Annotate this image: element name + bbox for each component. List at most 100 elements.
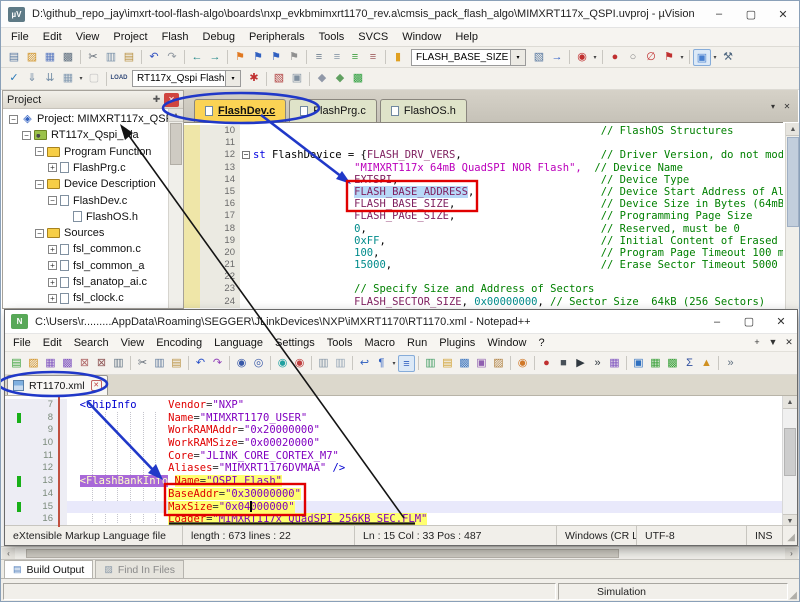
menu-uv-tools[interactable]: Tools xyxy=(312,31,352,43)
macro-save-icon[interactable]: ▦ xyxy=(606,355,623,372)
uvision-close-icon[interactable]: ✕ xyxy=(767,1,799,27)
close-document-icon[interactable]: ✕ xyxy=(780,102,794,111)
menu-uv-help[interactable]: Help xyxy=(448,31,485,43)
uv-code-line-15[interactable]: 15 FLASH_BASE_ADDRESS, // Device Start A… xyxy=(184,186,783,198)
find-icon[interactable]: ◉ xyxy=(233,355,250,372)
tree-item-device-description[interactable]: −Device Description xyxy=(35,176,156,192)
file-monitoring-icon[interactable]: ◉ xyxy=(514,355,531,372)
xml-scroll-thumb[interactable] xyxy=(784,428,796,476)
menu-npp-run[interactable]: Run xyxy=(401,337,433,349)
manage-books-icon[interactable]: ▣ xyxy=(288,70,306,87)
tree-item-fsl-common.c[interactable]: +fsl_common.c xyxy=(48,241,141,257)
outdent-icon[interactable]: ≡ xyxy=(328,49,346,66)
xml-line-15[interactable]: 15 MaxSize="0x04000000" xyxy=(5,501,782,514)
uv-code-line-14[interactable]: 14 EXTSPI, // Device Type xyxy=(184,174,783,186)
uv-code-line-11[interactable]: 11 xyxy=(184,137,783,149)
nav-forward-icon[interactable]: → xyxy=(206,49,224,66)
xml-line-10[interactable]: 10 WorkRAMSize="0x00020000" xyxy=(5,437,782,450)
plugin-compare-2-icon[interactable]: ▩ xyxy=(664,355,681,372)
folder-as-workspace-icon[interactable]: ▨ xyxy=(490,355,507,372)
menu-uv-view[interactable]: View xyxy=(69,31,107,43)
find-icon[interactable]: ◉ xyxy=(573,49,591,66)
translate-icon[interactable]: ✓ xyxy=(5,70,23,87)
build-icon[interactable]: ⇓ xyxy=(23,70,41,87)
uv-code-line-20[interactable]: 20 100, // Program Page Timeout 100 mS xyxy=(184,247,783,259)
uv-code-line-12[interactable]: 12−st FlashDevice = {FLASH_DRV_VERS, // … xyxy=(184,149,783,161)
menu-uv-debug[interactable]: Debug xyxy=(196,31,242,43)
show-all-chars-dropdown-icon[interactable]: ▾ xyxy=(390,360,398,367)
save-icon[interactable]: ▦ xyxy=(42,355,59,372)
tab-find-in-files[interactable]: ▨ Find In Files xyxy=(95,560,184,578)
uv-code-line-16[interactable]: 16 FLASH_BASE_SIZE, // Device Size in By… xyxy=(184,198,783,210)
toolbar-overflow-icon[interactable]: » xyxy=(722,355,739,372)
macro-run-multiple-icon[interactable]: » xyxy=(589,355,606,372)
uv-code-line-21[interactable]: 21 15000, // Erase Sector Timeout 5000 m xyxy=(184,259,783,271)
status-encoding[interactable]: UTF-8 xyxy=(637,526,747,545)
undo-icon[interactable]: ↶ xyxy=(192,355,209,372)
tab-list-dropdown-icon[interactable]: ▾ xyxy=(766,102,780,111)
menu-npp-language[interactable]: Language xyxy=(208,337,269,349)
menu-uv-file[interactable]: File xyxy=(4,31,36,43)
find-in-files-icon[interactable]: ▧ xyxy=(530,49,548,66)
uv-code-line-13[interactable]: 13 "MIMXRT117x 64mB QuadSPI NOR Flash", … xyxy=(184,162,783,174)
xml-line-13[interactable]: 13 <FlashBankInfo Name="QSPI Flash" xyxy=(5,475,782,488)
status-insert-mode[interactable]: INS xyxy=(747,526,783,545)
uvision-search-combo[interactable]: FLASH_BASE_SIZE xyxy=(411,49,511,66)
nav-back-icon[interactable]: ← xyxy=(188,49,206,66)
close-all-icon[interactable]: ⊠ xyxy=(93,355,110,372)
uvision-target-combo[interactable]: RT117x_Qspi Flash xyxy=(132,70,226,87)
menu-npp-plugins[interactable]: Plugins xyxy=(433,337,481,349)
doc-switcher-icon[interactable]: ▼ xyxy=(765,337,781,348)
uv-code-line-17[interactable]: 17 FLASH_PAGE_SIZE, // Programming Page … xyxy=(184,210,783,222)
collapse-icon[interactable]: − xyxy=(9,115,18,124)
print-icon[interactable]: ▥ xyxy=(110,355,127,372)
goto-definition-icon[interactable]: → xyxy=(548,49,566,66)
save-all-icon[interactable]: ▩ xyxy=(59,49,77,66)
pin-icon[interactable]: ✚ xyxy=(149,93,164,107)
indent-icon[interactable]: ≡ xyxy=(310,49,328,66)
uv-code-line-10[interactable]: 10 // FlashOS Structures xyxy=(184,125,783,137)
pack-installer-icon[interactable]: ▩ xyxy=(349,70,367,87)
cut-icon[interactable]: ✂ xyxy=(84,49,102,66)
project-tree-scrollbar[interactable]: ▲ xyxy=(168,109,183,308)
tree-item-fsl-clock.c[interactable]: +fsl_clock.c xyxy=(48,290,124,306)
tree-item-flashos.h[interactable]: FlashOS.h xyxy=(61,209,138,225)
close-doc-quick-icon[interactable]: ✕ xyxy=(781,337,797,348)
editor-horizontal-scrollbar[interactable]: ‹ › xyxy=(1,546,799,559)
scroll-left-icon[interactable]: ‹ xyxy=(2,548,15,559)
uvision-minimize-icon[interactable]: – xyxy=(703,1,735,27)
xml-line-8[interactable]: 8 Name="MIMXRT1170_USER" xyxy=(5,412,782,425)
uncomment-icon[interactable]: ≡ xyxy=(364,49,382,66)
uvision-maximize-icon[interactable]: ▢ xyxy=(735,1,767,27)
close-icon[interactable]: ⊠ xyxy=(76,355,93,372)
uv-code-line-23[interactable]: 23 // Specify Size and Address of Sector… xyxy=(184,283,783,295)
menu-uv-svcs[interactable]: SVCS xyxy=(351,31,395,43)
menu-uv-project[interactable]: Project xyxy=(106,31,154,43)
plugin-nav-icon[interactable]: ▲ xyxy=(698,355,715,372)
uvision-target-combo-dropdown-icon[interactable]: ▾ xyxy=(226,70,241,87)
books-items-icon[interactable]: ◆ xyxy=(331,70,349,87)
new-file-icon[interactable]: ▤ xyxy=(8,355,25,372)
doc-tab-flashprg.c[interactable]: FlashPrg.c xyxy=(289,99,377,122)
document-list-icon[interactable]: ▤ xyxy=(439,355,456,372)
menu-npp-search[interactable]: Search xyxy=(68,337,115,349)
notepadpp-maximize-icon[interactable]: ▢ xyxy=(733,310,765,333)
paste-icon[interactable]: ▤ xyxy=(168,355,185,372)
macro-record-icon[interactable]: ● xyxy=(538,355,555,372)
xml-line-11[interactable]: 11 Core="JLINK_CORE_CORTEX_M7" xyxy=(5,450,782,463)
tree-item-rt117x-qspi-fla[interactable]: −RT117x_Qspi_Fla xyxy=(22,127,139,143)
stop-build-icon[interactable]: ▢ xyxy=(85,70,103,87)
tab-build-output[interactable]: ▤ Build Output xyxy=(4,560,93,578)
expand-icon[interactable]: + xyxy=(48,163,57,172)
expand-icon[interactable]: + xyxy=(48,245,57,254)
sync-horizontal-icon[interactable]: ▥ xyxy=(332,355,349,372)
tree-item-program-function[interactable]: −Program Function xyxy=(35,144,151,160)
window-layout-dropdown-icon[interactable]: ▾ xyxy=(711,54,719,61)
batch-build-icon[interactable]: ▦ xyxy=(59,70,77,87)
doc-tab-flashos.h[interactable]: FlashOS.h xyxy=(380,99,467,122)
resize-grip-icon[interactable]: ◢ xyxy=(787,532,795,543)
redo-icon[interactable]: ↷ xyxy=(209,355,226,372)
menu-uv-flash[interactable]: Flash xyxy=(155,31,196,43)
tree-item-fsl-anatop-ai.c[interactable]: +fsl_anatop_ai.c xyxy=(48,274,147,290)
xml-line-16[interactable]: 16 Loader="MIMXRT117x_QuadSPI_256KB_SEC.… xyxy=(5,513,782,526)
